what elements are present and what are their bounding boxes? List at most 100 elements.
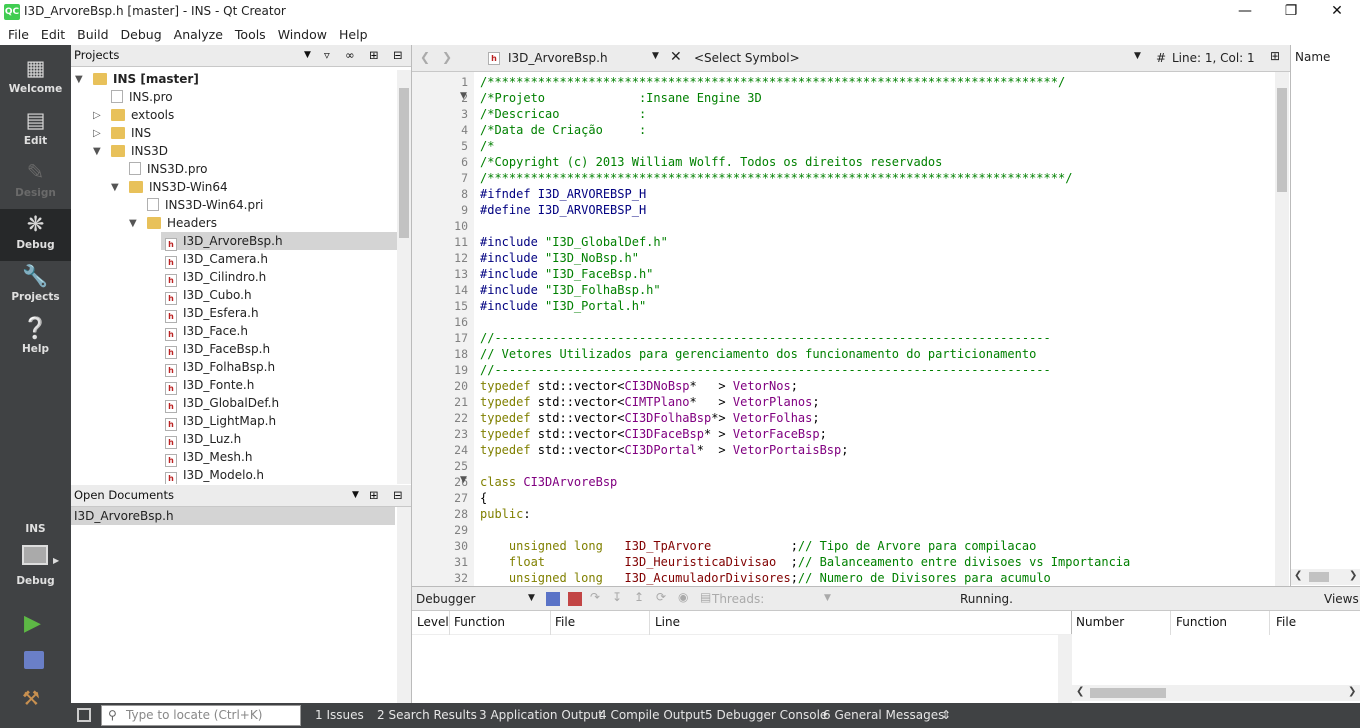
code-line[interactable]: { bbox=[480, 490, 487, 506]
code-line[interactable]: typedef std::vector<CI3DNoBsp* > VetorNo… bbox=[480, 378, 798, 394]
restart-icon[interactable]: ⟳ bbox=[656, 590, 666, 604]
run-icon[interactable]: ▶ bbox=[24, 611, 41, 636]
tree-item[interactable]: h I3D_Luz.h bbox=[165, 430, 241, 449]
scrollbar-thumb[interactable] bbox=[1277, 88, 1287, 192]
chevron-down-icon[interactable]: ▼ bbox=[111, 182, 119, 193]
tree-item[interactable]: h I3D_Modelo.h bbox=[165, 466, 264, 484]
code-line[interactable]: unsigned long I3D_AcumuladorDivisores;//… bbox=[480, 570, 1051, 586]
close-window-button[interactable]: ✕ bbox=[1314, 0, 1360, 24]
tree-item[interactable]: h I3D_GlobalDef.h bbox=[165, 394, 279, 413]
code-line[interactable]: #ifndef I3D_ARVOREBSP_H bbox=[480, 186, 646, 202]
menu-help[interactable]: Help bbox=[333, 27, 374, 42]
filter-icon[interactable]: ▿ bbox=[324, 45, 330, 66]
output-tab-debugger-console[interactable]: 5 Debugger Console bbox=[705, 708, 827, 722]
code-line[interactable]: // Vetores Utilizados para gerenciamento… bbox=[480, 346, 1036, 362]
tree-item[interactable]: INS3D-Win64.pri bbox=[147, 196, 263, 214]
tree-item[interactable]: h I3D_Esfera.h bbox=[165, 304, 259, 323]
projects-scrollbar[interactable] bbox=[397, 70, 411, 484]
tree-item[interactable]: h I3D_Cilindro.h bbox=[165, 268, 266, 287]
output-tab-application-output[interactable]: 3 Application Output bbox=[479, 708, 603, 722]
code-line[interactable]: //--------------------------------------… bbox=[480, 362, 1051, 378]
split-icon[interactable]: ⊞ bbox=[1270, 49, 1280, 63]
scroll-left-icon[interactable]: ❮ bbox=[1076, 686, 1084, 697]
column-header[interactable]: Level bbox=[417, 615, 449, 629]
mode-edit[interactable]: ▤ Edit bbox=[0, 105, 71, 157]
column-header[interactable]: File bbox=[555, 615, 575, 629]
stack-scrollbar[interactable] bbox=[1058, 635, 1072, 703]
stop-debugger-icon[interactable] bbox=[568, 592, 582, 606]
threads-dropdown-icon[interactable]: ▼ bbox=[824, 593, 831, 603]
output-tab-general-messages[interactable]: 6 General Messages bbox=[823, 708, 944, 722]
tree-item[interactable]: h I3D_Cubo.h bbox=[165, 286, 252, 305]
code-line[interactable]: #define I3D_ARVOREBSP_H bbox=[480, 202, 646, 218]
debugger-selector[interactable]: Debugger bbox=[416, 592, 475, 606]
code-area[interactable]: /***************************************… bbox=[412, 72, 1274, 586]
chevron-down-icon[interactable]: ▼ bbox=[129, 218, 137, 229]
symbol-dropdown-icon[interactable]: ▼ bbox=[1134, 51, 1141, 61]
scrollbar-thumb[interactable] bbox=[1309, 572, 1329, 582]
scroll-right-icon[interactable]: ❯ bbox=[1348, 686, 1356, 697]
menu-tools[interactable]: Tools bbox=[229, 27, 272, 42]
tree-item[interactable]: Headers bbox=[147, 214, 217, 232]
editor-scrollbar[interactable] bbox=[1275, 72, 1289, 586]
back-arrow-icon[interactable]: ❮ bbox=[420, 50, 430, 64]
code-line[interactable]: #include "I3D_Portal.h" bbox=[480, 298, 646, 314]
code-line[interactable]: typedef std::vector<CI3DFolhaBsp*> Vetor… bbox=[480, 410, 820, 426]
step-over-icon[interactable]: ↷ bbox=[590, 590, 600, 604]
tree-item[interactable]: INS3D bbox=[111, 142, 168, 160]
scrollbar-thumb[interactable] bbox=[1090, 688, 1166, 698]
tree-item[interactable]: h I3D_FaceBsp.h bbox=[165, 340, 270, 359]
code-line[interactable]: #include "I3D_FolhaBsp.h" bbox=[480, 282, 661, 298]
code-line[interactable]: unsigned long I3D_TpArvore ;// Tipo de A… bbox=[480, 538, 1036, 554]
open-document-item[interactable]: I3D_ArvoreBsp.h bbox=[71, 507, 395, 525]
tree-item[interactable]: INS3D-Win64 bbox=[129, 178, 228, 196]
tree-item[interactable]: h I3D_Camera.h bbox=[165, 250, 268, 269]
menu-window[interactable]: Window bbox=[272, 27, 333, 42]
tree-item[interactable]: h I3D_Face.h bbox=[165, 322, 248, 341]
column-header[interactable]: File bbox=[1276, 615, 1296, 629]
code-line[interactable]: public: bbox=[480, 506, 531, 522]
code-line[interactable]: /*Data de Criação : bbox=[480, 122, 646, 138]
code-line[interactable]: //--------------------------------------… bbox=[480, 330, 1051, 346]
more-tabs-icon[interactable]: ⇕ bbox=[941, 708, 951, 722]
chevron-down-icon[interactable]: ▼ bbox=[93, 146, 101, 157]
code-line[interactable]: #include "I3D_FaceBsp.h" bbox=[480, 266, 653, 282]
close-document-icon[interactable]: ✕ bbox=[670, 49, 682, 65]
chevron-right-icon[interactable]: ▷ bbox=[93, 110, 101, 121]
code-line[interactable]: float I3D_HeuristicaDivisao ;// Balancea… bbox=[480, 554, 1130, 570]
menu-file[interactable]: File bbox=[2, 27, 35, 42]
tree-item[interactable]: h I3D_Mesh.h bbox=[165, 448, 252, 467]
mode-debug[interactable]: ❋ Debug bbox=[0, 209, 71, 261]
breakpoints-hscrollbar[interactable]: ❮ ❯ bbox=[1072, 685, 1360, 701]
mode-welcome[interactable]: ▦ Welcome bbox=[0, 53, 71, 105]
scrollbar-thumb[interactable] bbox=[399, 88, 409, 238]
tree-item[interactable]: INS.pro bbox=[111, 88, 173, 106]
code-line[interactable]: typedef std::vector<CIMTPlano* > VetorPl… bbox=[480, 394, 820, 410]
monitor-icon[interactable] bbox=[22, 545, 48, 565]
link-icon[interactable]: ∞ bbox=[345, 45, 355, 66]
locator-input[interactable]: ⚲ Type to locate (Ctrl+K) bbox=[101, 705, 301, 726]
column-header[interactable]: Number bbox=[1076, 615, 1124, 629]
editor-filename[interactable]: I3D_ArvoreBsp.h bbox=[508, 51, 608, 65]
tree-item[interactable]: h I3D_Fonte.h bbox=[165, 376, 254, 395]
close-pane-icon[interactable]: ⊟ bbox=[393, 485, 403, 506]
projects-view-dropdown-icon[interactable]: ▼ bbox=[304, 45, 311, 66]
cursor-position[interactable]: Line: 1, Col: 1 bbox=[1172, 51, 1255, 65]
tree-item[interactable]: h I3D_FolhaBsp.h bbox=[165, 358, 275, 377]
scroll-right-icon[interactable]: ❯ bbox=[1349, 570, 1357, 581]
tree-item[interactable]: INS [master] bbox=[93, 70, 199, 88]
step-out-icon[interactable]: ↥ bbox=[634, 590, 644, 604]
code-line[interactable]: /*Copyright (c) 2013 William Wolff. Todo… bbox=[480, 154, 942, 170]
dropdown-icon[interactable]: ▼ bbox=[352, 485, 359, 506]
output-tab-issues[interactable]: 1 Issues bbox=[315, 708, 364, 722]
symbol-selector[interactable]: <Select Symbol> bbox=[694, 51, 800, 65]
maximize-button[interactable]: ❐ bbox=[1268, 0, 1314, 24]
tree-item[interactable]: INS bbox=[111, 124, 151, 142]
outline-hscrollbar[interactable]: ❮ ❯ bbox=[1291, 569, 1360, 585]
code-line[interactable]: /***************************************… bbox=[480, 170, 1072, 186]
chevron-down-icon[interactable]: ▼ bbox=[75, 74, 83, 85]
chevron-right-icon[interactable]: ▷ bbox=[93, 128, 101, 139]
mode-projects[interactable]: 🔧 Projects bbox=[0, 261, 71, 313]
reverse-icon[interactable]: ▤ bbox=[700, 590, 711, 604]
code-line[interactable]: /***************************************… bbox=[480, 74, 1065, 90]
